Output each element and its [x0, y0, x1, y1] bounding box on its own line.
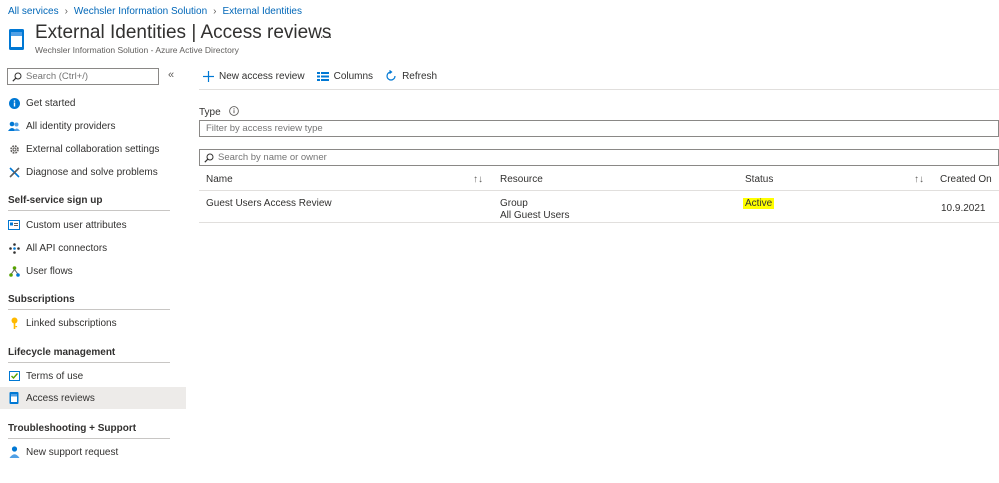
- sidebar-section-title: Troubleshooting + Support: [8, 423, 137, 434]
- page-title-separator: |: [191, 22, 197, 43]
- columns-label: Columns: [333, 70, 374, 82]
- sidebar-item-label: Get started: [26, 97, 76, 109]
- more-options-button[interactable]: ...: [320, 27, 333, 41]
- breadcrumb: All services › Wechsler Information Solu…: [8, 4, 302, 18]
- status-badge: Active: [743, 198, 775, 209]
- breadcrumb-tenant[interactable]: Wechsler Information Solution: [74, 6, 207, 17]
- refresh-label: Refresh: [402, 70, 438, 82]
- search-reviews-box[interactable]: [199, 149, 999, 166]
- sidebar-item-user-flows[interactable]: User flows: [0, 260, 186, 282]
- new-access-review-label: New access review: [219, 70, 305, 82]
- page-header: External Identities | Access reviews Wec…: [8, 22, 331, 58]
- refresh-icon: [385, 70, 397, 82]
- divider: [8, 309, 170, 310]
- chevron-right-icon: ›: [64, 5, 68, 17]
- sidebar-item-get-started[interactable]: Get started: [0, 92, 186, 114]
- type-filter-label: Type: [199, 106, 239, 119]
- sidebar-item-label: Access reviews: [26, 392, 95, 404]
- chevron-right-icon: ›: [213, 5, 217, 17]
- connector-icon: [8, 242, 20, 254]
- sidebar-item-label: All identity providers: [26, 120, 116, 132]
- sidebar-item-new-support-request[interactable]: New support request: [0, 441, 186, 463]
- gear-icon: [8, 143, 20, 155]
- access-review-icon: [8, 392, 20, 404]
- divider: [8, 362, 170, 363]
- review-name[interactable]: Guest Users Access Review: [206, 198, 332, 209]
- created-on-date: 10.9.2021: [941, 203, 986, 214]
- sidebar-item-label: User flows: [26, 265, 73, 277]
- table-header: Name ↑↓ Resource Status ↑↓ Created On: [199, 170, 999, 191]
- info-icon[interactable]: [228, 106, 239, 119]
- user-flow-icon: [8, 265, 20, 277]
- sort-icon[interactable]: ↑↓: [914, 174, 924, 185]
- divider: [199, 89, 999, 90]
- sidebar-item-all-identity-providers[interactable]: All identity providers: [0, 115, 186, 137]
- wrench-icon: [8, 166, 20, 178]
- sidebar-item-external-collaboration-settings[interactable]: External collaboration settings: [0, 138, 186, 160]
- sidebar-section-title: Subscriptions: [8, 294, 75, 305]
- table-row[interactable]: Guest Users Access Review Group All Gues…: [199, 192, 999, 223]
- refresh-button[interactable]: Refresh: [385, 70, 437, 82]
- column-header-name[interactable]: Name: [206, 174, 233, 185]
- sidebar-item-all-api-connectors[interactable]: All API connectors: [0, 237, 186, 259]
- sidebar-item-label: Diagnose and solve problems: [26, 166, 158, 178]
- access-review-icon: [9, 29, 24, 50]
- collapse-sidebar-button[interactable]: «: [168, 69, 174, 81]
- command-bar: New access review Columns Refresh: [203, 68, 449, 84]
- users-icon: [8, 120, 20, 132]
- page-title-main: External Identities: [35, 22, 187, 43]
- search-reviews-input[interactable]: [218, 152, 918, 163]
- column-header-status[interactable]: Status: [745, 174, 773, 185]
- breadcrumb-all-services[interactable]: All services: [8, 6, 59, 17]
- info-icon: [8, 97, 20, 109]
- column-header-created-on[interactable]: Created On: [940, 174, 992, 185]
- sidebar-item-label: Linked subscriptions: [26, 317, 117, 329]
- sidebar-item-label: New support request: [26, 446, 119, 458]
- id-card-icon: [8, 219, 20, 231]
- breadcrumb-external-identities[interactable]: External Identities: [222, 6, 302, 17]
- new-access-review-button[interactable]: New access review: [203, 70, 305, 82]
- support-person-icon: [8, 446, 20, 458]
- type-filter-input-box[interactable]: [199, 120, 999, 137]
- page-subtitle: Wechsler Information Solution - Azure Ac…: [35, 45, 239, 55]
- sidebar-item-label: All API connectors: [26, 242, 108, 254]
- sidebar-section-title: Self-service sign up: [8, 195, 103, 206]
- sidebar-item-linked-subscriptions[interactable]: Linked subscriptions: [0, 312, 186, 334]
- column-header-resource[interactable]: Resource: [500, 174, 543, 185]
- page-title-section: Access reviews: [200, 22, 332, 43]
- checklist-icon: [8, 370, 20, 382]
- type-filter-input[interactable]: [206, 123, 906, 134]
- divider: [8, 210, 170, 211]
- sidebar-item-label: Terms of use: [26, 370, 84, 382]
- divider: [8, 438, 170, 439]
- search-icon: [204, 153, 214, 163]
- type-label-text: Type: [199, 107, 221, 118]
- sort-icon[interactable]: ↑↓: [473, 174, 483, 185]
- sidebar-item-custom-user-attributes[interactable]: Custom user attributes: [0, 214, 186, 236]
- sidebar-section-title: Lifecycle management: [8, 347, 116, 358]
- sidebar-search[interactable]: [7, 68, 159, 85]
- search-icon: [12, 72, 22, 82]
- page-title: External Identities | Access reviews: [35, 22, 331, 44]
- columns-button[interactable]: Columns: [316, 70, 374, 82]
- resource-name: All Guest Users: [500, 210, 570, 221]
- sidebar-item-label: Custom user attributes: [26, 219, 127, 231]
- sidebar-item-terms-of-use[interactable]: Terms of use: [0, 365, 186, 387]
- columns-icon: [316, 71, 329, 81]
- key-icon: [8, 317, 20, 329]
- sidebar-item-label: External collaboration settings: [26, 143, 160, 155]
- sidebar-item-access-reviews[interactable]: Access reviews: [0, 387, 186, 409]
- sidebar-item-diagnose-and-solve[interactable]: Diagnose and solve problems: [0, 161, 186, 183]
- plus-icon: [203, 70, 214, 82]
- sidebar-search-input[interactable]: [26, 71, 146, 82]
- resource-type: Group: [500, 198, 528, 209]
